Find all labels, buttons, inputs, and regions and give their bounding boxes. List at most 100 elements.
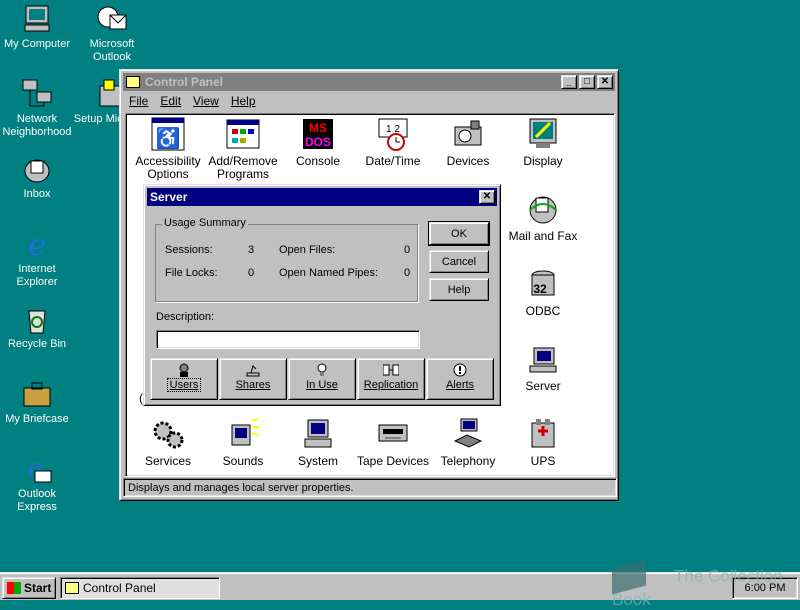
taskbar-item-control-panel[interactable]: Control Panel <box>60 577 220 599</box>
cp-item-mail-fax[interactable]: Mail and Fax <box>503 192 583 243</box>
desktop-icon-recycle-bin[interactable]: Recycle Bin <box>0 303 77 351</box>
display-icon <box>526 117 560 151</box>
cp-item-label: Services <box>144 454 191 468</box>
cp-item-sounds[interactable]: Sounds <box>203 417 283 468</box>
cp-item-server[interactable]: Server <box>503 342 583 393</box>
window-title: Control Panel <box>145 75 224 89</box>
cp-item-devices[interactable]: Devices <box>428 117 508 168</box>
menu-file[interactable]: File <box>123 94 154 108</box>
control-panel-titlebar[interactable]: Control Panel _ □ ✕ <box>123 73 615 91</box>
open-named-pipes-label: Open Named Pipes: <box>279 267 379 279</box>
dialog-title: Server <box>150 190 188 204</box>
start-label: Start <box>24 581 52 595</box>
outlook-express-icon: e <box>21 453 53 485</box>
recycle-bin-icon <box>21 303 53 335</box>
cp-item-label: ODBC <box>525 304 561 318</box>
menu-bar: File Edit View Help <box>123 91 615 111</box>
usage-summary-legend: Usage Summary <box>162 217 248 229</box>
control-panel-task-icon <box>65 582 79 594</box>
desktop-icon-my-briefcase[interactable]: My Briefcase <box>0 378 77 426</box>
cp-item-label: System <box>297 454 338 468</box>
cp-item-accessibility[interactable]: ♿ Accessibility Options <box>128 117 208 181</box>
add-remove-programs-icon <box>226 117 260 151</box>
desktop-icon-label: Inbox <box>23 188 51 200</box>
cp-item-label: Console <box>295 154 341 168</box>
control-panel-app-icon <box>126 76 140 88</box>
menu-help[interactable]: Help <box>225 94 262 108</box>
users-label: Users <box>166 378 202 392</box>
cp-item-label: Add/Remove Programs <box>208 154 278 181</box>
open-named-pipes-value: 0 <box>404 267 411 279</box>
sessions-label: Sessions: <box>165 244 213 256</box>
alert-icon <box>452 363 468 377</box>
cp-item-label: Sounds <box>222 454 264 468</box>
ok-button[interactable]: OK <box>428 221 490 246</box>
replication-label: Replication <box>363 379 419 391</box>
status-bar: Displays and manages local server proper… <box>123 478 617 497</box>
close-button[interactable]: ✕ <box>597 75 613 89</box>
system-icon <box>301 417 335 451</box>
desktop-icon-my-computer[interactable]: My Computer <box>0 3 77 51</box>
server-dialog: Server ✕ Usage Summary Sessions: 3 Open … <box>143 184 501 406</box>
description-label: Description: <box>156 311 215 323</box>
windows-logo-icon <box>7 582 21 594</box>
users-button[interactable]: Users <box>150 358 218 400</box>
inbox-icon <box>21 153 53 185</box>
desktop-icon-internet-explorer[interactable]: e Internet Explorer <box>0 228 77 289</box>
shares-button[interactable]: Shares <box>219 358 287 400</box>
desktop-icon-label: Microsoft Outlook <box>89 38 135 63</box>
shares-label: Shares <box>235 379 271 391</box>
replication-icon <box>382 363 400 377</box>
cp-item-label: Date/Time <box>365 154 421 168</box>
svg-text:MS: MS <box>309 121 327 135</box>
desktop-icon-label: My Briefcase <box>5 413 69 425</box>
in-use-button[interactable]: In Use <box>288 358 356 400</box>
cp-item-system[interactable]: System <box>278 417 358 468</box>
start-button[interactable]: Start <box>2 577 56 599</box>
tape-devices-icon <box>376 417 410 451</box>
accessibility-icon: ♿ <box>151 117 185 151</box>
svg-text:32: 32 <box>533 282 547 296</box>
menu-edit[interactable]: Edit <box>154 94 187 108</box>
cp-item-telephony[interactable]: Telephony <box>428 417 508 468</box>
maximize-button[interactable]: □ <box>579 75 595 89</box>
in-use-label: In Use <box>306 379 338 391</box>
desktop-icon-outlook-express[interactable]: e Outlook Express <box>0 453 77 514</box>
file-locks-label: File Locks: <box>165 267 218 279</box>
desktop-icon-label: Internet Explorer <box>16 263 58 288</box>
server-dialog-titlebar[interactable]: Server ✕ <box>147 188 497 206</box>
console-icon: MS DOS <box>301 117 335 151</box>
users-icon <box>176 363 192 377</box>
lightbulb-icon <box>314 363 330 377</box>
telephony-icon <box>451 417 485 451</box>
desktop-icon-inbox[interactable]: Inbox <box>0 153 77 201</box>
desktop-icon-network-neighborhood[interactable]: Network Neighborhood <box>0 78 77 139</box>
cp-item-label: Server <box>525 379 561 393</box>
cancel-button[interactable]: Cancel <box>429 250 489 273</box>
cp-item-ups[interactable]: UPS <box>503 417 583 468</box>
open-files-value: 0 <box>404 244 411 256</box>
minimize-button[interactable]: _ <box>561 75 577 89</box>
desktop-icon-label: Recycle Bin <box>7 338 67 350</box>
cp-item-display[interactable]: Display <box>503 117 583 168</box>
cp-item-date-time[interactable]: 1 2 Date/Time <box>353 117 433 168</box>
cp-item-tape-devices[interactable]: Tape Devices <box>353 417 433 468</box>
cp-item-label: Display <box>523 154 563 168</box>
desktop-icon-microsoft-outlook[interactable]: Microsoft Outlook <box>72 3 152 64</box>
description-input[interactable] <box>156 330 420 349</box>
alerts-button[interactable]: Alerts <box>426 358 494 400</box>
cp-item-console[interactable]: MS DOS Console <box>278 117 358 168</box>
replication-button[interactable]: Replication <box>357 358 425 400</box>
ups-icon <box>526 417 560 451</box>
cp-item-add-remove-programs[interactable]: Add/Remove Programs <box>203 117 283 181</box>
menu-view[interactable]: View <box>187 94 225 108</box>
sessions-value: 3 <box>248 244 255 256</box>
open-files-label: Open Files: <box>279 244 336 256</box>
internet-explorer-icon: e <box>21 228 53 263</box>
cp-item-odbc[interactable]: 32 ODBC <box>503 267 583 318</box>
cp-item-services[interactable]: Services <box>128 417 208 468</box>
file-locks-value: 0 <box>248 267 255 279</box>
help-button[interactable]: Help <box>429 278 489 301</box>
cp-item-label: Accessibility Options <box>135 154 201 181</box>
close-button[interactable]: ✕ <box>479 190 495 204</box>
